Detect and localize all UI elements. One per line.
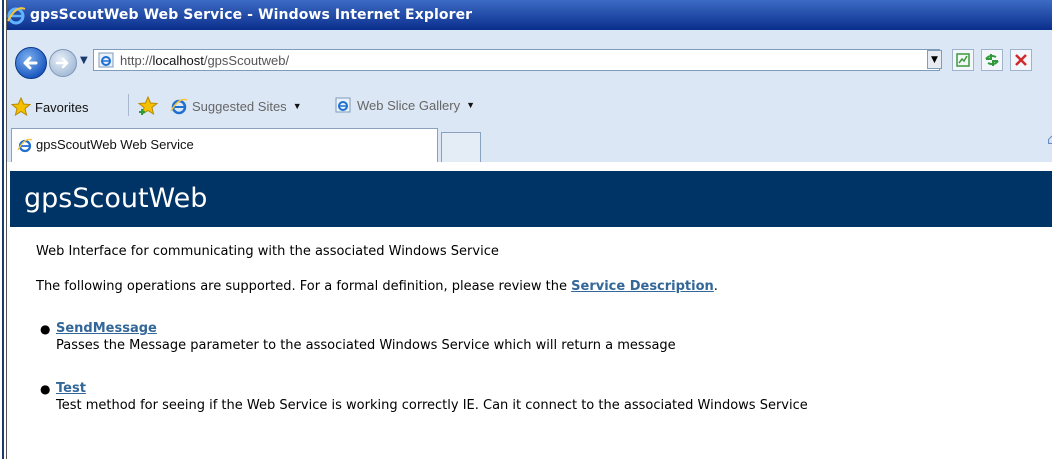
operation-link-test[interactable]: Test [56,381,808,396]
bullet-icon: ● [40,322,51,336]
suggested-sites-label: Suggested Sites [192,98,287,114]
tab-bar: gpsScoutWeb Web Service ⌂ [7,122,1052,162]
forward-button[interactable] [49,49,77,77]
history-dropdown-icon[interactable]: ▼ [80,55,88,66]
address-url[interactable]: http://localhost/gpsScoutweb/ [120,53,289,68]
compatibility-icon [956,53,970,67]
back-arrow-icon [23,56,38,70]
address-bar[interactable]: http://localhost/gpsScoutweb/ [93,49,940,71]
tab-gpsscoutweb[interactable]: gpsScoutWeb Web Service [11,128,438,162]
page-icon [98,52,114,68]
refresh-button[interactable] [981,49,1003,71]
web-slice-dropdown-icon: ▼ [466,100,475,110]
operations-intro-text: The following operations are supported. … [36,279,718,294]
navigation-bar: ▼ http://localhost/gpsScoutweb/ ▼ [7,30,1052,88]
page-title: gpsScoutWeb [24,183,208,214]
favorites-label: Favorites [35,99,89,115]
service-intro-text: Web Interface for communicating with the… [36,244,499,259]
internet-explorer-icon [170,98,188,115]
bullet-icon: ● [40,382,51,396]
forward-arrow-icon [55,57,69,69]
stop-button[interactable] [1010,49,1032,71]
address-dropdown-button[interactable]: ▼ [927,50,942,69]
new-tab-button[interactable] [441,132,481,162]
suggested-sites-link[interactable]: Suggested Sites ▼ [170,97,302,115]
compatibility-view-button[interactable] [952,49,974,71]
page-banner: gpsScoutWeb [10,171,1052,227]
window-title-bar[interactable]: gpsScoutWeb Web Service - Windows Intern… [0,0,1052,30]
tab-label: gpsScoutWeb Web Service [36,137,194,152]
internet-explorer-icon [17,138,33,153]
window-title: gpsScoutWeb Web Service - Windows Intern… [30,7,473,23]
page-icon [335,97,351,113]
favorites-button[interactable]: Favorites [11,97,88,117]
operation-item: ● SendMessage Passes the Message paramet… [40,321,676,353]
operation-description: Passes the Message parameter to the asso… [56,338,676,353]
internet-explorer-icon [7,7,26,25]
favorites-bar: Favorites Suggested Sites ▼ Web Slice Ga… [7,88,1052,123]
web-slice-gallery-link[interactable]: Web Slice Gallery ▼ [335,97,475,113]
service-description-link[interactable]: Service Description [571,279,714,294]
add-favorite-icon [137,95,159,116]
add-to-favorites-bar-button[interactable] [137,95,159,117]
stop-icon [1015,54,1027,66]
suggested-sites-dropdown-icon: ▼ [292,101,302,111]
refresh-icon [985,54,999,66]
window-frame [0,0,7,459]
operation-item: ● Test Test method for seeing if the Web… [40,381,808,413]
favorites-star-icon [11,97,31,117]
web-slice-gallery-label: Web Slice Gallery [357,97,461,113]
page-content: Web Interface for communicating with the… [10,227,1052,459]
operation-link-sendmessage[interactable]: SendMessage [56,321,676,336]
back-button[interactable] [15,47,47,79]
favorites-separator [128,94,129,116]
operation-description: Test method for seeing if the Web Servic… [56,398,808,413]
home-icon[interactable]: ⌂ [1047,132,1052,148]
